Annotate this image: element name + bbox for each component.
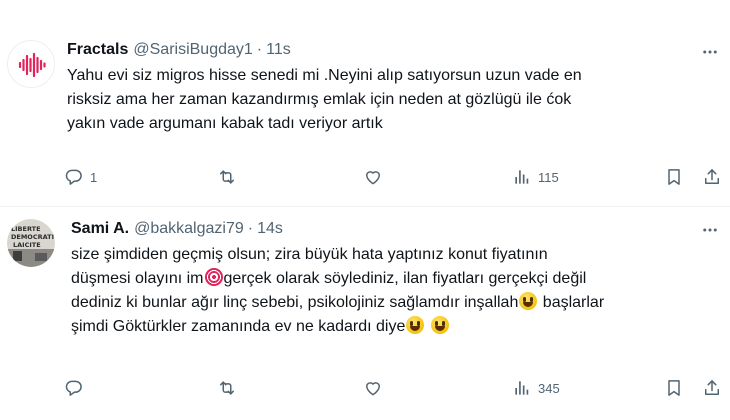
user-handle[interactable]: @SarisiBugday1 (133, 41, 252, 59)
bookmark-button[interactable] (664, 376, 684, 400)
more-dots-icon (703, 50, 717, 54)
view-count: 115 (538, 169, 559, 185)
action-bar: 345 (0, 376, 730, 400)
action-bar: 1 115 (0, 165, 730, 189)
reply-icon (65, 169, 82, 185)
reply-icon (65, 380, 82, 396)
more-options-button[interactable] (700, 220, 720, 240)
audio-wave-icon (9, 42, 54, 87)
grinning-face-emoji-icon (519, 292, 538, 310)
tweet[interactable]: LIBERTE DEMOCRATIE LAICITE Sami A. @bakk… (0, 208, 730, 420)
tweet-text: size şimdiden geçmiş olsun; zira büyük h… (71, 243, 711, 339)
graffiti-wall-icon: LIBERTE DEMOCRATIE LAICITE (7, 219, 55, 267)
separator-dot: · (256, 41, 263, 58)
retweet-icon (220, 170, 234, 184)
direct-hit-emoji-icon (204, 268, 223, 286)
display-name[interactable]: Sami A. (71, 220, 129, 238)
heart-icon (366, 382, 380, 396)
grinning-face-emoji-icon (406, 316, 425, 334)
bookmark-icon (668, 380, 680, 396)
retweet-button[interactable] (217, 165, 243, 189)
views-button[interactable]: 345 (512, 376, 560, 400)
heart-icon (366, 171, 380, 185)
timestamp[interactable]: 11s (266, 41, 291, 59)
reply-button[interactable]: 1 (64, 165, 97, 189)
avatar[interactable] (7, 40, 55, 88)
display-name[interactable]: Fractals (67, 41, 128, 59)
avatar[interactable]: LIBERTE DEMOCRATIE LAICITE (7, 219, 55, 267)
user-handle[interactable]: @bakkalgazi79 (134, 220, 244, 238)
tweet-header: Sami A. @bakkalgazi79 · 14s (71, 220, 283, 238)
views-chart-icon (515, 170, 529, 184)
view-count: 345 (538, 380, 560, 396)
svg-text:LIBERTE: LIBERTE (11, 225, 41, 233)
retweet-button[interactable] (217, 376, 243, 400)
grinning-face-emoji-icon (430, 316, 449, 334)
views-button[interactable]: 115 (512, 165, 559, 189)
svg-text:LAICITE: LAICITE (13, 241, 41, 249)
tweet[interactable]: Fractals @SarisiBugday1 · 11s Yahu evi s… (0, 0, 730, 207)
share-icon (705, 380, 719, 395)
share-button[interactable] (702, 376, 722, 400)
share-button[interactable] (702, 165, 722, 189)
share-icon (705, 169, 719, 184)
timestamp[interactable]: 14s (257, 220, 283, 238)
svg-text:DEMOCRATIE: DEMOCRATIE (11, 233, 55, 241)
tweet-text: Yahu evi siz migros hisse senedi mi .Ney… (67, 67, 582, 132)
reply-button[interactable] (64, 376, 90, 400)
reply-count: 1 (90, 169, 98, 185)
more-options-button[interactable] (700, 42, 720, 62)
retweet-icon (220, 381, 234, 395)
separator-dot: · (247, 220, 254, 237)
more-dots-icon (703, 228, 717, 232)
like-button[interactable] (363, 165, 389, 189)
tweet-header: Fractals @SarisiBugday1 · 11s (67, 41, 291, 59)
like-button[interactable] (363, 376, 389, 400)
bookmark-button[interactable] (664, 165, 684, 189)
bookmark-icon (668, 169, 680, 185)
views-chart-icon (515, 381, 529, 395)
